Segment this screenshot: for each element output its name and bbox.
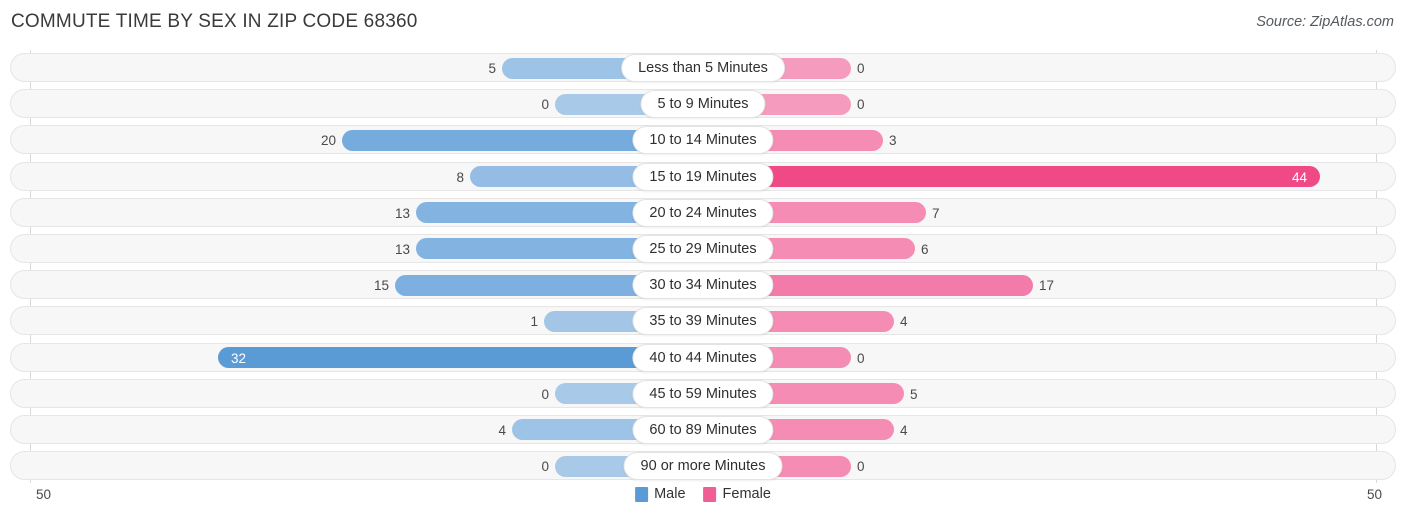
- bar-row: 5 0 Less than 5 Minutes: [0, 50, 1406, 86]
- bar-value-female: 6: [921, 241, 929, 257]
- bar-row: 0 0 5 to 9 Minutes: [0, 86, 1406, 122]
- bar-value-female: 0: [857, 350, 865, 366]
- bar-value-female: 0: [857, 97, 865, 113]
- legend-item-male[interactable]: Male: [635, 486, 686, 502]
- bar-value-male: 8: [456, 169, 464, 185]
- category-label: 30 to 34 Minutes: [632, 271, 774, 300]
- bar-row: 0 5 45 to 59 Minutes: [0, 376, 1406, 412]
- bar-rows: 5 0 Less than 5 Minutes 0 0 5 to 9 Minutes 20 3…: [0, 50, 1406, 484]
- bar-female[interactable]: [703, 166, 1320, 188]
- bar-row: 32 0 40 to 44 Minutes: [0, 340, 1406, 376]
- bar-value-female: 5: [910, 386, 918, 402]
- legend: Male Female: [635, 486, 771, 502]
- category-label: 5 to 9 Minutes: [640, 90, 766, 119]
- bar-value-male: 20: [320, 133, 336, 149]
- category-label: 40 to 44 Minutes: [632, 343, 774, 372]
- legend-swatch-female-icon: [703, 486, 717, 502]
- bar-value-male: 13: [394, 241, 410, 257]
- bar-value-female: 4: [900, 314, 908, 330]
- page-title: COMMUTE TIME BY SEX IN ZIP CODE 68360: [11, 11, 418, 32]
- plot-area: 5 0 Less than 5 Minutes 0 0 5 to 9 Minutes 20 3…: [0, 50, 1406, 483]
- bar-value-female: 17: [1039, 278, 1055, 294]
- category-label: 10 to 14 Minutes: [632, 126, 774, 155]
- bar-row: 4 4 60 to 89 Minutes: [0, 412, 1406, 448]
- category-label: 35 to 39 Minutes: [632, 307, 774, 336]
- category-label: Less than 5 Minutes: [621, 54, 785, 82]
- bar-value-female: 44: [1292, 169, 1308, 185]
- category-label: 20 to 24 Minutes: [632, 198, 774, 227]
- bar-row: 1 4 35 to 39 Minutes: [0, 303, 1406, 339]
- category-label: 15 to 19 Minutes: [632, 162, 774, 191]
- bar-value-male: 15: [373, 278, 389, 294]
- bar-row: 8 44 15 to 19 Minutes: [0, 159, 1406, 195]
- bar-value-male: 13: [394, 205, 410, 221]
- bar-value-male: 4: [498, 422, 506, 438]
- category-label: 90 or more Minutes: [623, 452, 783, 481]
- bar-row: 0 0 90 or more Minutes: [0, 448, 1406, 484]
- legend-label-male: Male: [654, 486, 686, 502]
- legend-item-female[interactable]: Female: [703, 486, 771, 502]
- category-label: 25 to 29 Minutes: [632, 234, 774, 263]
- bar-value-male: 0: [541, 386, 549, 402]
- axis-label-left: 50: [36, 487, 52, 502]
- bar-row: 15 17 30 to 34 Minutes: [0, 267, 1406, 303]
- bar-value-male: 5: [488, 61, 496, 76]
- category-label: 45 to 59 Minutes: [632, 379, 774, 408]
- chart-footer: 50 50 Male Female: [0, 483, 1406, 523]
- bar-value-female: 4: [900, 422, 908, 438]
- category-label: 60 to 89 Minutes: [632, 415, 774, 444]
- bar-value-female: 3: [889, 133, 897, 149]
- legend-label-female: Female: [722, 486, 771, 502]
- source-attribution: Source: ZipAtlas.com: [1256, 14, 1394, 30]
- bar-value-female: 7: [932, 205, 940, 221]
- bar-value-male: 1: [530, 314, 538, 330]
- bar-row: 13 7 20 to 24 Minutes: [0, 195, 1406, 231]
- bar-value-male: 0: [541, 459, 549, 475]
- bar-value-female: 0: [857, 61, 865, 76]
- bar-value-male: 0: [541, 97, 549, 113]
- axis-label-right: 50: [1366, 487, 1382, 502]
- bar-row: 20 3 10 to 14 Minutes: [0, 122, 1406, 158]
- bar-value-female: 0: [857, 459, 865, 475]
- bar-row: 13 6 25 to 29 Minutes: [0, 231, 1406, 267]
- chart-page: COMMUTE TIME BY SEX IN ZIP CODE 68360 So…: [0, 0, 1406, 523]
- bar-value-male: 32: [231, 350, 247, 366]
- legend-swatch-male-icon: [635, 486, 649, 502]
- bar-male[interactable]: [218, 347, 703, 368]
